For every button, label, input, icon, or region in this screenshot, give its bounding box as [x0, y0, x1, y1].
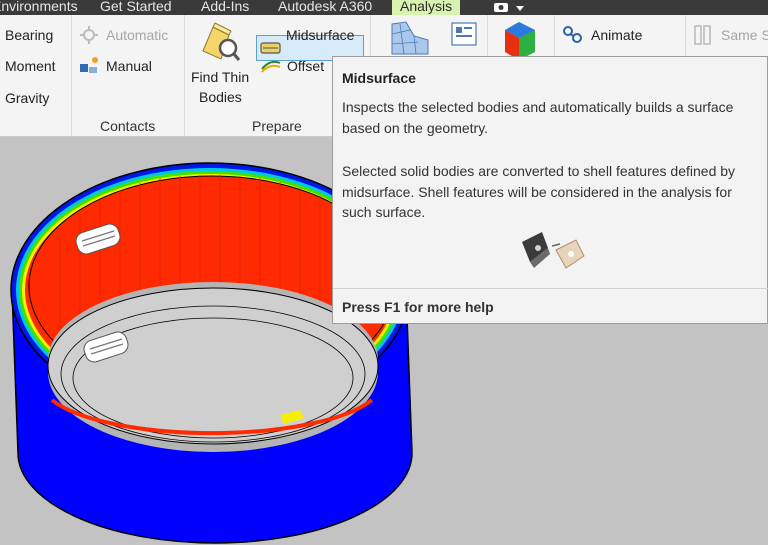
midsurface-illustration-icon	[516, 228, 592, 281]
same-scale-icon	[694, 25, 712, 50]
panel-separator	[184, 15, 185, 136]
panel-separator	[71, 15, 72, 136]
find-thin-bodies-icon	[199, 21, 241, 70]
tooltip-details: Selected solid bodies are converted to s…	[342, 163, 736, 220]
offset-label[interactable]: Offset	[287, 58, 324, 74]
tooltip-description: Inspects the selected bodies and automat…	[342, 99, 734, 136]
gravity-load-button[interactable]: Gravity	[5, 90, 49, 106]
bearing-load-button[interactable]: Bearing	[5, 27, 53, 43]
midsurface-tooltip: Midsurface Inspects the selected bodies …	[332, 56, 768, 324]
moment-load-button[interactable]: Moment	[5, 58, 56, 74]
animate-icon	[562, 25, 584, 50]
contacts-panel-label: Contacts	[100, 118, 156, 134]
same-scale-button[interactable]: Same S	[721, 27, 768, 43]
convergence-settings-icon[interactable]	[451, 22, 477, 57]
find-thin-bodies-label-line1[interactable]: Find Thin	[191, 69, 249, 85]
tab-add-ins[interactable]: Add-Ins	[201, 0, 249, 15]
tooltip-divider	[333, 288, 768, 289]
tooltip-title: Midsurface	[342, 70, 416, 86]
tab-get-started[interactable]: Get Started	[100, 0, 172, 15]
animate-button[interactable]: Animate	[591, 27, 642, 43]
manual-contacts-button[interactable]: Manual	[106, 58, 152, 74]
prepare-panel-label: Prepare	[252, 118, 302, 134]
find-thin-bodies-label-line2[interactable]: Bodies	[199, 89, 242, 105]
automatic-contacts-icon	[79, 25, 99, 50]
midsurface-label[interactable]: Midsurface	[286, 27, 354, 43]
ribbon-tab-bar: Environments Get Started Add-Ins Autodes…	[0, 0, 768, 15]
tab-analysis[interactable]: Analysis	[392, 0, 461, 15]
automatic-contacts-button[interactable]: Automatic	[106, 27, 168, 43]
tab-environments[interactable]: Environments	[0, 0, 78, 15]
tooltip-help-hint: Press F1 for more help	[342, 299, 494, 315]
mesh-view-icon[interactable]	[388, 20, 432, 61]
account-dropdown-icon[interactable]	[494, 1, 526, 15]
tab-autodesk-a360[interactable]: Autodesk A360	[278, 0, 372, 15]
manual-contacts-icon	[79, 56, 101, 81]
offset-icon	[260, 57, 282, 78]
